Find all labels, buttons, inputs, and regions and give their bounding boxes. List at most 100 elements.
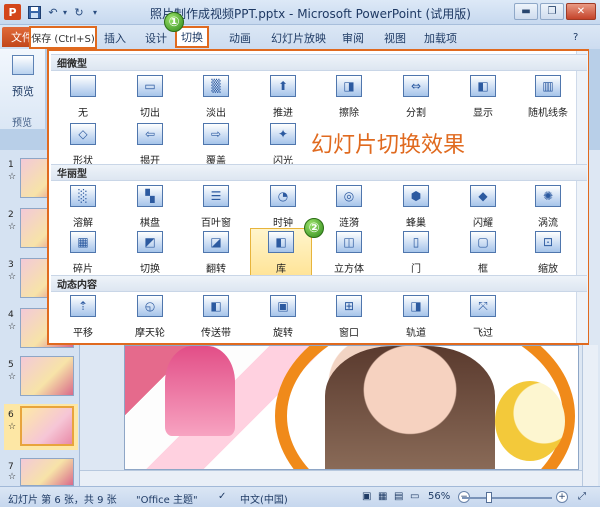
transition-cover-icon: ⇨ [203,123,229,145]
reading-view-icon[interactable]: ▤ [394,491,403,502]
transition-fade[interactable]: ▒ 淡出 [190,73,242,123]
preview-button[interactable]: 预览 [6,55,40,103]
slide-count: 幻灯片 第 6 张，共 9 张 [8,495,117,506]
transition-vortex[interactable]: ✺ 涡流 [522,183,574,233]
help-icon[interactable]: ? [573,28,578,47]
customize-qa-icon[interactable]: ▾ [90,3,100,21]
transition-fly-through[interactable]: ⤧ 飞过 [457,293,509,343]
transition-doors-icon: ▯ [403,231,429,253]
transition-glitter[interactable]: ◆ 闪耀 [457,183,509,233]
transition-orbit[interactable]: ◨ 轨道 [390,293,442,343]
gallery-scrollbar[interactable] [576,51,588,343]
transition-shred[interactable]: ▦ 碎片 [57,229,109,279]
transition-conveyor[interactable]: ◧ 传送带 [190,293,242,343]
zoom-level[interactable]: 56% [428,491,450,502]
thumb-star-icon: ☆ [8,272,17,282]
tab-addins[interactable]: 加载项 [424,28,457,47]
save-icon[interactable] [26,3,42,21]
transition-switch[interactable]: ◩ 切换 [124,229,176,279]
transition-rotate[interactable]: ▣ 旋转 [257,293,309,343]
transition-flash-icon: ✦ [270,123,296,145]
transition-window-icon: ⊞ [336,295,362,317]
tab-review[interactable]: 审阅 [342,28,364,47]
transition-reveal-icon: ◧ [470,75,496,97]
transition-cube[interactable]: ◫ 立方体 [323,229,375,279]
zoom-slider-thumb[interactable] [486,492,492,503]
transition-fly-through-icon: ⤧ [470,295,496,317]
undo-icon[interactable]: ↶ [45,3,61,21]
thumb-number: 2 [8,210,14,220]
transition-switch-icon: ◩ [137,231,163,253]
transition-honeycomb-icon: ⬢ [403,185,429,207]
thumb-number: 4 [8,310,14,320]
transition-push[interactable]: ⬆ 推进 [257,73,309,123]
transition-reveal[interactable]: ◧ 显示 [457,73,509,123]
thumb-number: 6 [8,410,14,420]
section-exciting: 华丽型 [51,164,587,181]
transition-honeycomb[interactable]: ⬢ 蜂巢 [390,183,442,233]
tab-insert[interactable]: 插入 [104,28,126,47]
transition-shred-icon: ▦ [70,231,96,253]
transition-random-bars[interactable]: ▥ 随机线条 [522,73,574,123]
transition-ferris-wheel[interactable]: ◵ 摩天轮 [124,293,176,343]
transition-ripple-icon: ◎ [336,185,362,207]
thumb-star-icon: ☆ [8,322,17,332]
transition-blinds[interactable]: ☰ 百叶窗 [190,183,242,233]
zoom-in-icon[interactable]: + [556,491,568,503]
slide-thumb-7[interactable] [20,458,74,486]
transition-flip[interactable]: ◪ 翻转 [190,229,242,279]
zoom-slider[interactable] [462,497,552,499]
fit-window-icon[interactable]: ⤢ [578,491,586,502]
transition-ripple[interactable]: ◎ 涟漪 [323,183,375,233]
spellcheck-icon[interactable]: ✓ [218,491,226,502]
transition-uncover-icon: ⇦ [137,123,163,145]
transition-gallery: 细微型 幻灯片切换效果 无 ▭ 切出 ▒ 淡出 ⬆ 推进 ◨ 擦除 ⇔ 分割 ◧ 显示 ▥ 随… [47,49,589,345]
restore-button[interactable]: ❐ [540,3,564,20]
step-badge-1: ① [164,12,184,32]
language[interactable]: 中文(中国) [240,491,288,506]
transition-dissolve[interactable]: ░ 溶解 [57,183,109,233]
transition-clock[interactable]: ◔ 时钟 [257,183,309,233]
redo-icon[interactable]: ↻ [71,3,87,21]
slide-sorter-icon[interactable]: ▦ [378,491,387,502]
transition-window[interactable]: ⊞ 窗口 [323,293,375,343]
tab-view[interactable]: 视图 [384,28,406,47]
close-button[interactable]: ✕ [566,3,596,20]
tab-design[interactable]: 设计 [145,28,167,47]
transition-none[interactable]: 无 [57,73,109,123]
preview-icon [12,55,34,75]
thumb-star-icon: ☆ [8,472,17,482]
powerpoint-logo-icon[interactable]: P [4,4,21,20]
section-dynamic: 动态内容 [51,275,587,292]
current-slide[interactable] [124,345,579,470]
slide-thumb-5[interactable] [20,356,74,396]
transition-zoom[interactable]: ⊡ 缩放 [522,229,574,279]
minimize-button[interactable]: ▬ [514,3,538,20]
thumb-star-icon: ☆ [8,422,17,432]
transition-box-icon: ▢ [470,231,496,253]
transition-flip-icon: ◪ [203,231,229,253]
transition-split[interactable]: ⇔ 分割 [390,73,442,123]
thumb-number: 5 [8,360,14,370]
horizontal-scrollbar[interactable] [80,470,582,486]
slideshow-view-icon[interactable]: ▭ [410,491,419,502]
undo-dropdown-icon[interactable]: ▾ [61,3,69,21]
transition-checkerboard[interactable]: ▚ 棋盘 [124,183,176,233]
transition-box[interactable]: ▢ 框 [457,229,509,279]
transition-none-icon [70,75,96,97]
transition-pan[interactable]: ⇡ 平移 [57,293,109,343]
transition-doors[interactable]: ▯ 门 [390,229,442,279]
transition-wipe[interactable]: ◨ 擦除 [323,73,375,123]
tab-animations[interactable]: 动画 [229,28,251,47]
transition-wipe-icon: ◨ [336,75,362,97]
save-tooltip: 保存 (Ctrl+S) [29,26,97,49]
slide-thumb-6[interactable] [20,406,74,446]
normal-view-icon[interactable]: ▣ [362,491,371,502]
transition-gallery-icon: ◧ [268,231,294,253]
tab-slideshow[interactable]: 幻灯片放映 [271,28,326,47]
theme-name[interactable]: "Office 主题" [136,491,198,506]
transition-cut[interactable]: ▭ 切出 [124,73,176,123]
vertical-scrollbar[interactable] [582,345,598,486]
section-subtle: 细微型 [51,54,587,71]
transition-clock-icon: ◔ [270,185,296,207]
